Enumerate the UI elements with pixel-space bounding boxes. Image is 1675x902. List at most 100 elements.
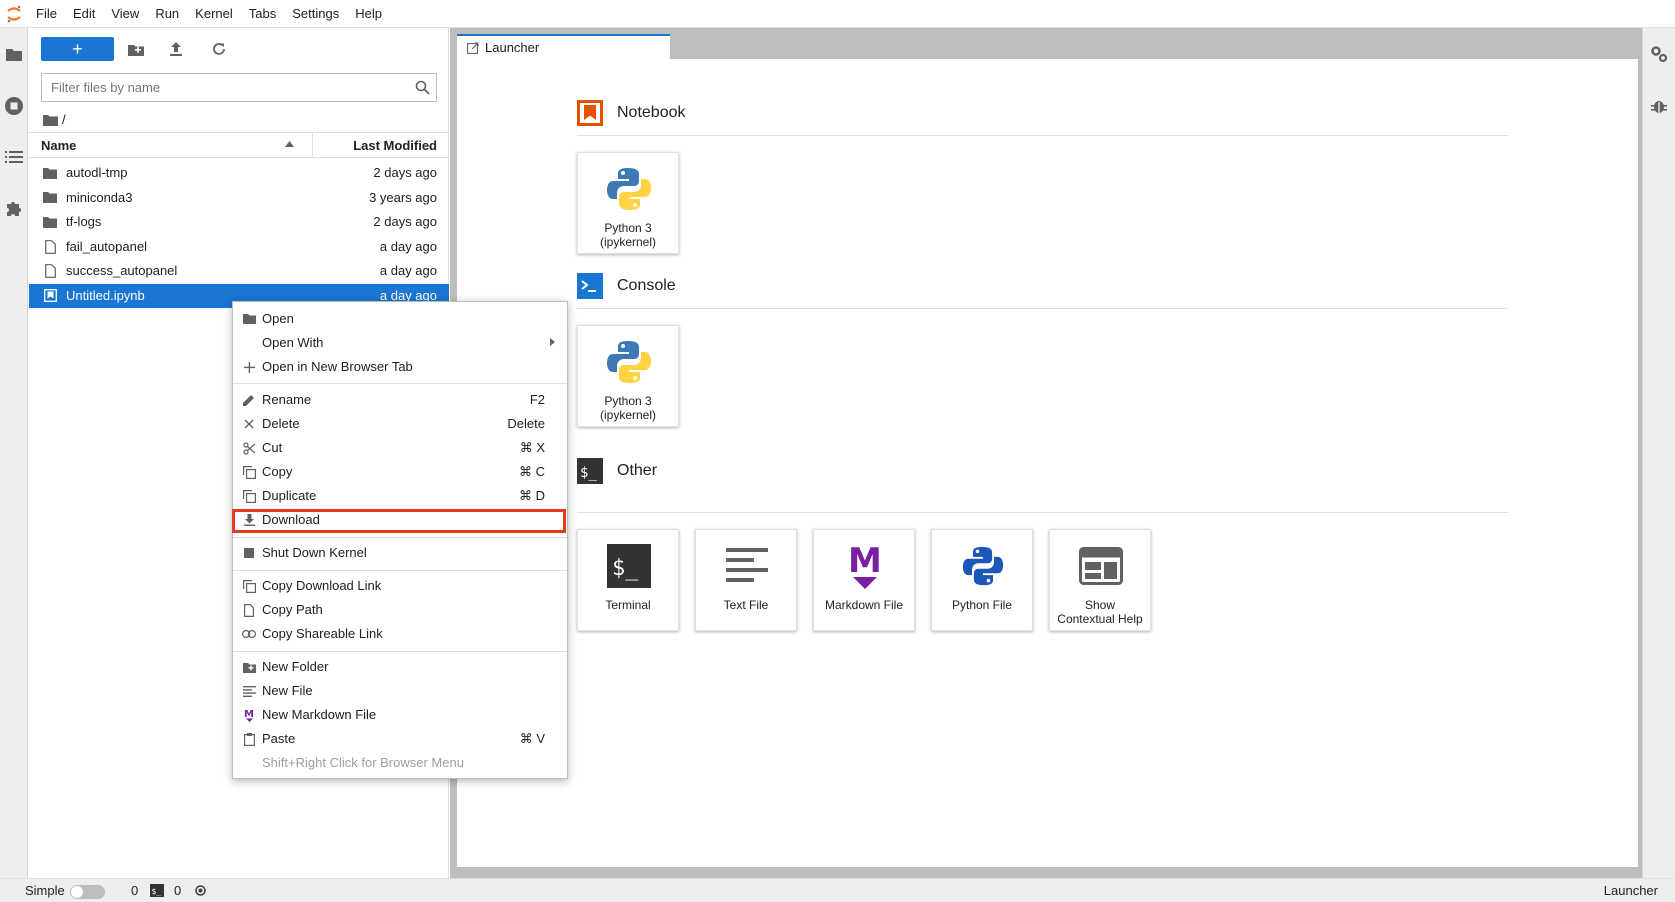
kernel-count[interactable]: 0 xyxy=(131,883,138,898)
file-row-tf-logs[interactable]: tf-logs 2 days ago xyxy=(29,210,449,235)
breadcrumb-root[interactable]: / xyxy=(62,112,66,127)
card-label: Python 3 (ipykernel) xyxy=(599,221,656,249)
menu-item-label: New File xyxy=(262,683,313,698)
menu-item-duplicate[interactable]: Duplicate ⌘ D xyxy=(233,485,567,507)
file-modified: 2 days ago xyxy=(373,214,437,229)
column-header-name[interactable]: Name xyxy=(41,138,76,153)
menu-item-new-file[interactable]: New File xyxy=(233,680,567,702)
menu-item-download[interactable]: Download xyxy=(232,509,567,533)
menu-kernel[interactable]: Kernel xyxy=(187,0,241,28)
copy-icon xyxy=(242,465,256,479)
sort-ascending-icon[interactable] xyxy=(285,141,294,147)
menu-item-copy-shareable-link[interactable]: Copy Shareable Link xyxy=(233,623,567,645)
menu-item-open-new-browser-tab[interactable]: Open in New Browser Tab xyxy=(233,356,567,378)
file-icon xyxy=(43,239,57,254)
menu-file[interactable]: File xyxy=(28,0,65,28)
upload-icon[interactable] xyxy=(167,41,185,57)
menu-item-label: Open xyxy=(262,311,294,326)
kernel-status-icon[interactable] xyxy=(194,884,207,897)
download-icon xyxy=(242,513,256,527)
extensions-puzzle-icon[interactable] xyxy=(4,198,24,218)
menu-view[interactable]: View xyxy=(103,0,147,28)
folder-icon xyxy=(43,215,57,229)
launcher-card-text-file[interactable]: Text File xyxy=(695,529,797,631)
file-row-miniconda3[interactable]: miniconda3 3 years ago xyxy=(29,186,449,211)
launcher-card-notebook-python3[interactable]: Python 3 (ipykernel) xyxy=(577,152,679,254)
menu-item-new-folder[interactable]: New Folder xyxy=(233,656,567,678)
file-row-fail-autopanel[interactable]: fail_autopanel a day ago xyxy=(29,235,449,260)
launcher-card-markdown-file[interactable]: M Markdown File xyxy=(813,529,915,631)
menu-item-new-markdown-file[interactable]: M New Markdown File xyxy=(233,704,567,726)
terminal-count[interactable]: 0 xyxy=(174,883,181,898)
file-browser-toolbar: + xyxy=(29,28,449,68)
menu-item-open-with[interactable]: Open With xyxy=(233,332,567,354)
menu-separator xyxy=(233,537,567,538)
menu-item-copy[interactable]: Copy ⌘ C xyxy=(233,461,567,483)
file-row-autodl-tmp[interactable]: autodl-tmp 2 days ago xyxy=(29,161,449,186)
menu-item-open[interactable]: Open xyxy=(233,308,567,330)
filter-files-field[interactable] xyxy=(41,73,437,102)
menu-run[interactable]: Run xyxy=(147,0,187,28)
notebook-section-icon xyxy=(577,100,603,126)
svg-text:M: M xyxy=(848,542,882,581)
folder-icon[interactable] xyxy=(4,44,24,64)
menu-item-rename[interactable]: Rename F2 xyxy=(233,389,567,411)
menu-item-label: Open in New Browser Tab xyxy=(262,359,413,374)
launcher-card-contextual-help[interactable]: Show Contextual Help xyxy=(1049,529,1151,631)
debugger-bug-icon[interactable] xyxy=(1649,96,1669,116)
terminal-icon[interactable]: $_ xyxy=(150,884,164,897)
home-folder-icon[interactable] xyxy=(43,114,58,126)
menu-item-label: Copy Path xyxy=(262,602,323,617)
menu-item-paste[interactable]: Paste ⌘ V xyxy=(233,728,567,750)
simple-mode-label: Simple xyxy=(25,883,65,898)
menu-separator xyxy=(233,651,567,652)
new-folder-icon xyxy=(242,660,256,674)
folder-icon xyxy=(43,166,57,180)
menu-item-cut[interactable]: Cut ⌘ X xyxy=(233,437,567,459)
menu-item-browser-menu-hint: Shift+Right Click for Browser Menu xyxy=(233,752,567,774)
column-divider[interactable] xyxy=(312,133,313,158)
menu-edit[interactable]: Edit xyxy=(65,0,103,28)
main-dock-area: Launcher Notebook Python 3 (ipykernel) C… xyxy=(450,28,1642,878)
refresh-icon[interactable] xyxy=(210,41,228,57)
menu-tabs[interactable]: Tabs xyxy=(241,0,284,28)
menu-settings[interactable]: Settings xyxy=(284,0,347,28)
menu-item-label: Download xyxy=(262,512,320,527)
python-file-icon xyxy=(957,540,1009,592)
svg-text:$_: $_ xyxy=(152,887,162,896)
menu-item-delete[interactable]: Delete Delete xyxy=(233,413,567,435)
property-inspector-gears-icon[interactable] xyxy=(1649,44,1669,64)
menu-item-shut-down-kernel[interactable]: Shut Down Kernel xyxy=(233,542,567,564)
file-name: tf-logs xyxy=(66,214,102,229)
copy-icon xyxy=(242,579,256,593)
table-of-contents-icon[interactable] xyxy=(4,147,24,167)
section-title-notebook: Notebook xyxy=(617,104,686,121)
tab-launcher[interactable]: Launcher xyxy=(457,34,670,59)
simple-mode-toggle[interactable] xyxy=(70,885,105,899)
running-sessions-icon[interactable] xyxy=(4,96,24,116)
status-active-document: Launcher xyxy=(1603,883,1658,898)
card-label: Markdown File xyxy=(824,598,904,612)
file-listing-header: Name Last Modified xyxy=(29,132,449,158)
menu-help[interactable]: Help xyxy=(347,0,390,28)
column-header-last-modified[interactable]: Last Modified xyxy=(353,138,437,153)
menu-item-copy-download-link[interactable]: Copy Download Link xyxy=(233,575,567,597)
launcher-card-python-file[interactable]: Python File xyxy=(931,529,1033,631)
file-modified: a day ago xyxy=(379,238,437,254)
launcher-card-console-python3[interactable]: Python 3 (ipykernel) xyxy=(577,325,679,427)
new-launcher-button[interactable]: + xyxy=(41,37,114,61)
section-notebook: Notebook xyxy=(577,100,686,126)
launcher-card-terminal[interactable]: $_ Terminal xyxy=(577,529,679,631)
submenu-chevron-right-icon xyxy=(550,338,555,346)
new-folder-icon[interactable] xyxy=(127,41,145,57)
search-icon xyxy=(415,80,430,95)
menu-item-copy-path[interactable]: Copy Path xyxy=(233,599,567,621)
file-modified: 2 days ago xyxy=(373,165,437,180)
menu-item-label: Rename xyxy=(262,392,312,407)
card-label: Python 3 (ipykernel) xyxy=(599,394,656,422)
menu-separator xyxy=(233,383,567,384)
jupyter-logo-icon[interactable] xyxy=(0,0,28,28)
file-row-success-autopanel[interactable]: success_autopanel a day ago xyxy=(29,259,449,284)
filter-files-input[interactable] xyxy=(42,74,436,101)
file-name: fail_autopanel xyxy=(66,238,147,254)
